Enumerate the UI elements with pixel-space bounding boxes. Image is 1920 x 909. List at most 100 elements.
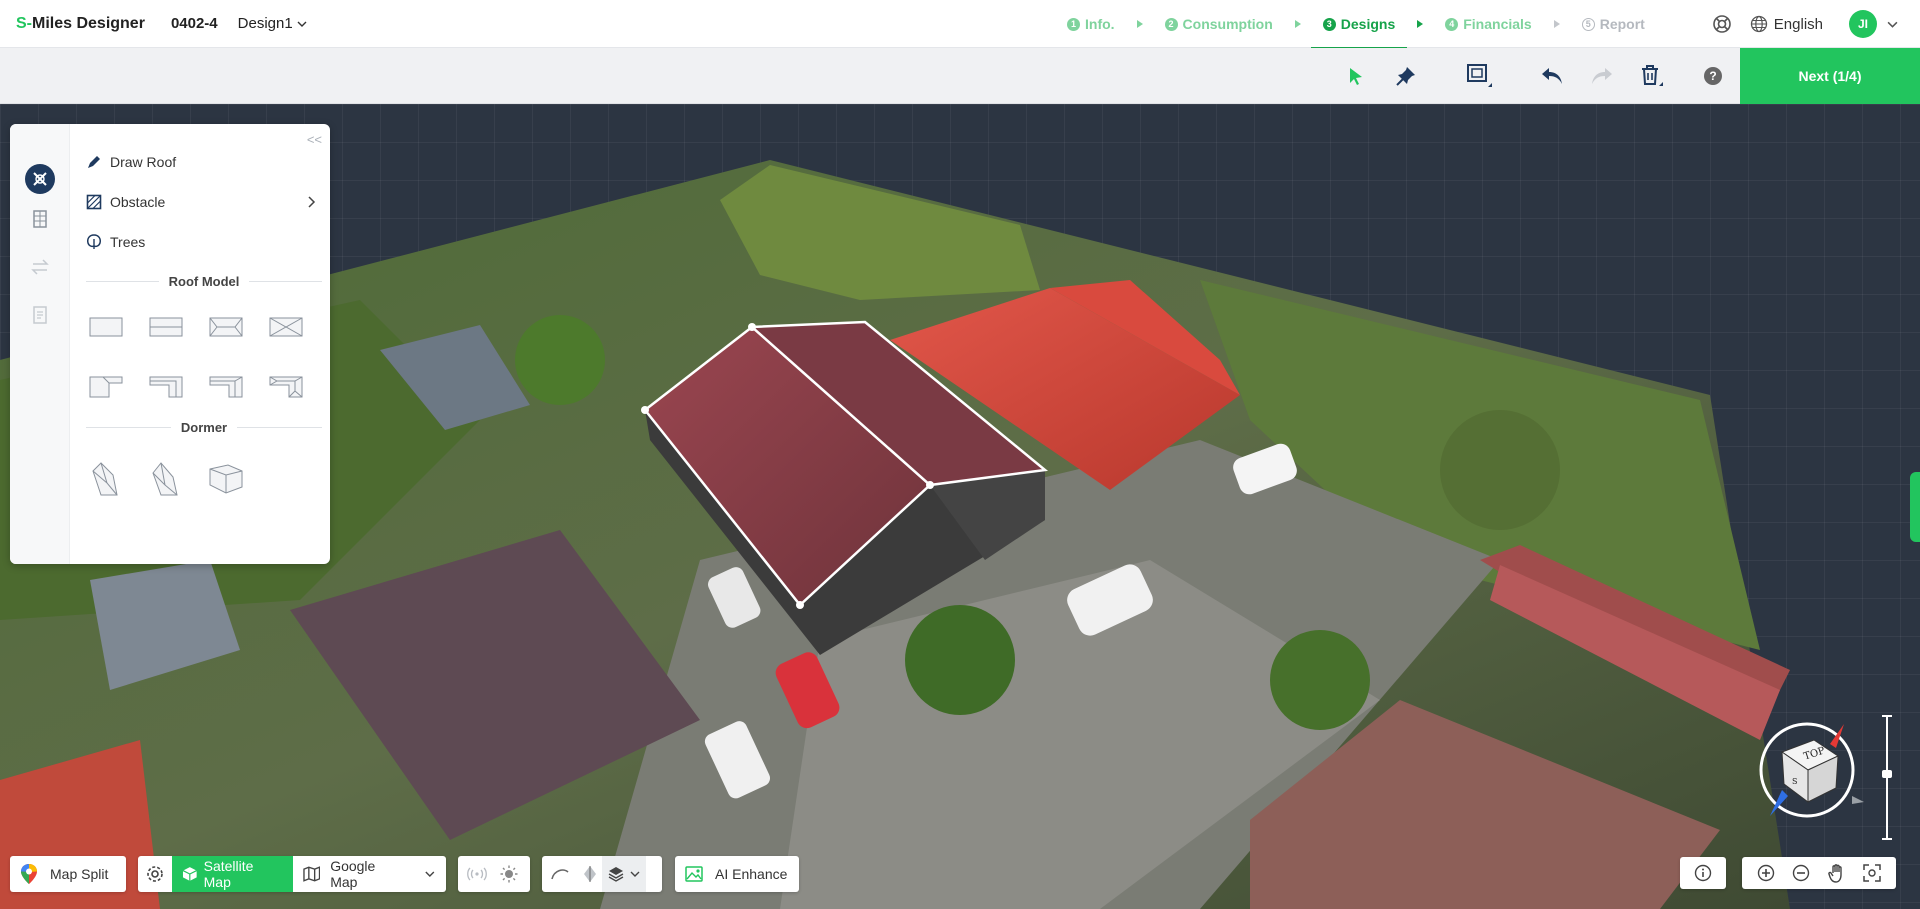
solar-panel-icon <box>33 210 47 228</box>
frame-select-icon <box>1467 64 1492 87</box>
language-selector[interactable]: English <box>1750 15 1823 33</box>
google-map-select[interactable]: Google Map <box>293 856 446 892</box>
chevron-down-icon[interactable] <box>1887 19 1898 30</box>
view-options-group <box>542 856 662 892</box>
flat-roof-icon <box>89 317 123 337</box>
zoom-out-icon[interactable] <box>1792 864 1810 882</box>
step-arrow-icon <box>1136 20 1143 28</box>
rail-tab-report[interactable] <box>25 300 55 330</box>
layers-select[interactable] <box>602 856 646 892</box>
l-shed-roof-icon <box>149 376 183 398</box>
cube-icon <box>182 867 197 881</box>
map-nav-controls <box>1742 857 1896 889</box>
dormer-shed[interactable] <box>208 459 244 499</box>
roof-vertex-handle <box>796 601 804 609</box>
undo-icon <box>1542 68 1562 84</box>
ai-enhance-label: AI Enhance <box>715 866 788 882</box>
draw-tools-panel: << Draw Roof Obstacle Trees Roof Model D… <box>10 124 330 564</box>
shed-roof-icon <box>149 317 183 337</box>
support-lifebuoy-icon[interactable] <box>1712 14 1732 34</box>
brand-logo[interactable]: S-Miles Designer <box>16 15 145 33</box>
roof-model-heading: Roof Model <box>86 274 322 289</box>
step-label: Consumption <box>1182 16 1273 32</box>
step-arrow-icon <box>1294 20 1301 28</box>
step-arrow-icon <box>1417 20 1424 28</box>
shed-dormer-icon <box>209 464 243 494</box>
area-select-button[interactable] <box>1466 62 1494 90</box>
step-number: 4 <box>1445 17 1459 31</box>
roof-model-flat[interactable] <box>88 314 124 340</box>
redo-button[interactable] <box>1588 62 1616 90</box>
satellite-map-toggle[interactable]: Satellite Map <box>172 856 293 892</box>
right-drawer-tab[interactable] <box>1910 472 1920 542</box>
google-map-label: Google Map <box>330 858 376 890</box>
document-icon <box>33 306 47 324</box>
help-button[interactable]: ? <box>1699 62 1727 90</box>
folded-map-icon <box>302 866 320 882</box>
roof-model-l-flat[interactable] <box>88 374 124 400</box>
ai-enhance-button[interactable]: AI Enhance <box>675 856 799 892</box>
hip-dormer-icon <box>152 462 178 496</box>
cursor-icon <box>1350 68 1362 85</box>
tree <box>1270 630 1370 730</box>
map-source-group: Satellite Map Google Map <box>138 856 446 892</box>
select-tool-button[interactable] <box>1342 62 1370 90</box>
rail-tab-panels[interactable] <box>25 204 55 234</box>
step-arrow-icon <box>1553 20 1560 28</box>
collapse-panel-button[interactable]: << <box>307 132 322 147</box>
info-button[interactable] <box>1680 857 1726 889</box>
snap-tool-button[interactable] <box>578 856 602 892</box>
dormer-gable[interactable] <box>88 459 124 499</box>
undo-button[interactable] <box>1538 62 1566 90</box>
view-cube-compass[interactable]: TOP S <box>1752 718 1872 828</box>
chevron-down-icon <box>630 871 640 877</box>
step-label: Financials <box>1463 16 1532 32</box>
dormer-hip[interactable] <box>148 459 184 499</box>
roof-model-hip[interactable] <box>268 314 304 340</box>
zoom-slider[interactable] <box>1882 715 1892 840</box>
trees-label: Trees <box>110 234 146 250</box>
l-roof-icon <box>89 376 123 398</box>
step-designs[interactable]: 3 Designs <box>1310 0 1408 49</box>
step-report[interactable]: 5 Report <box>1578 0 1649 48</box>
move-tool-button[interactable] <box>1392 62 1420 90</box>
render-options-group <box>458 856 530 892</box>
rail-tab-draw[interactable] <box>25 164 55 194</box>
avatar[interactable]: JI <box>1849 10 1877 38</box>
step-info[interactable]: 1 Info. <box>1063 0 1119 48</box>
step-number: 2 <box>1164 17 1178 31</box>
obstacle-item[interactable]: Obstacle <box>86 194 316 210</box>
obstacle-hatch-icon <box>86 194 102 210</box>
map-pin-icon <box>21 864 37 884</box>
draw-roof-item[interactable]: Draw Roof <box>86 154 316 170</box>
panel-rail <box>10 124 70 564</box>
next-button[interactable]: Next (1/4) <box>1740 48 1920 104</box>
image-enhance-icon <box>685 866 703 882</box>
roof-model-l-shed[interactable] <box>148 374 184 400</box>
design-selector[interactable]: Design1 <box>238 15 307 32</box>
map-split-button[interactable]: Map Split <box>10 856 126 892</box>
fit-view-icon[interactable] <box>1863 864 1881 882</box>
east-arrow-icon <box>1852 796 1864 804</box>
hand-pan-icon[interactable] <box>1827 863 1846 883</box>
signal-button[interactable] <box>458 856 496 892</box>
trees-item[interactable]: Trees <box>86 234 316 250</box>
step-consumption[interactable]: 2 Consumption <box>1161 0 1277 48</box>
sun-light-button[interactable] <box>496 856 522 892</box>
tree <box>905 605 1015 715</box>
map-settings-button[interactable] <box>138 856 172 892</box>
zoom-in-icon[interactable] <box>1757 864 1775 882</box>
draw-roof-label: Draw Roof <box>110 154 177 170</box>
step-financials[interactable]: 4 Financials <box>1441 0 1535 48</box>
roof-model-l-hip[interactable] <box>268 374 304 400</box>
roof-model-l-gable[interactable] <box>208 374 244 400</box>
gear-icon <box>147 866 163 882</box>
delete-button[interactable] <box>1638 62 1666 90</box>
roof-model-gable[interactable] <box>208 314 244 340</box>
rail-tab-strings[interactable] <box>25 252 55 282</box>
help-icon: ? <box>1704 67 1722 85</box>
curve-tool-button[interactable] <box>542 856 578 892</box>
pin-move-icon <box>1396 67 1415 86</box>
tools-icon <box>33 172 47 186</box>
roof-model-shed[interactable] <box>148 314 184 340</box>
